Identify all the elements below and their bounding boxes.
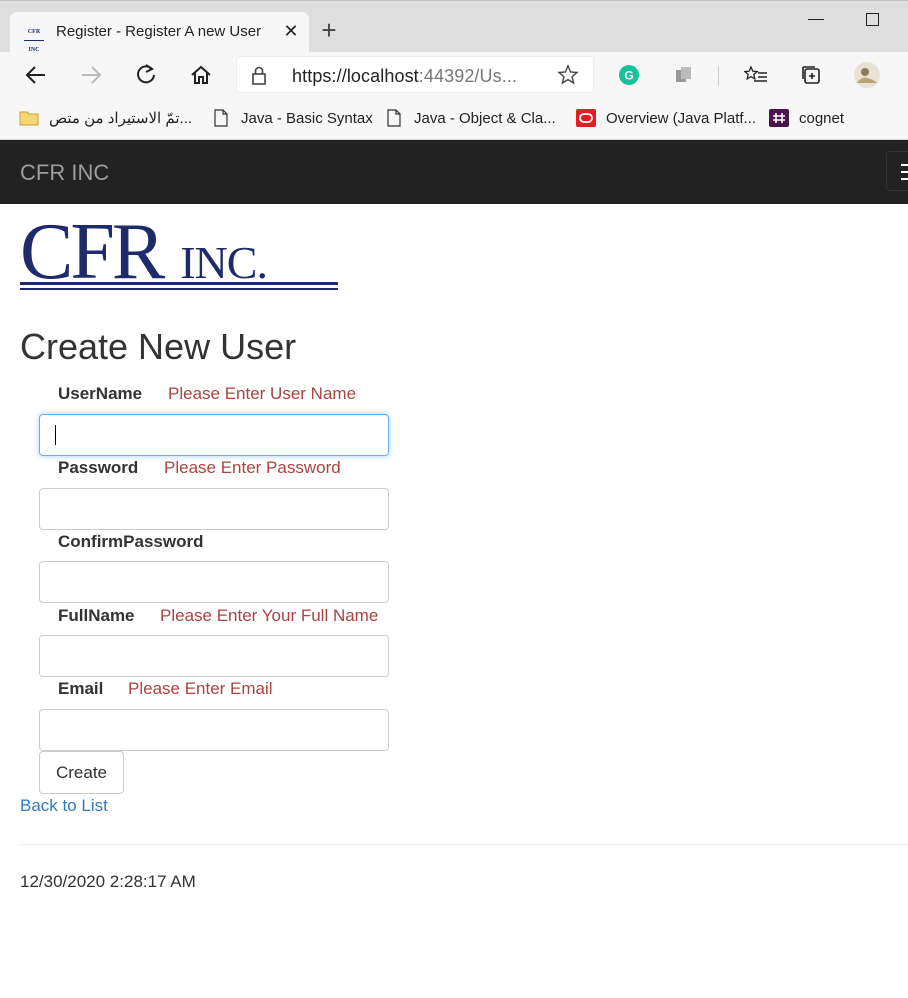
footer-timestamp: 12/30/2020 2:28:17 AM xyxy=(20,872,196,891)
username-error: Please Enter User Name xyxy=(168,384,357,403)
home-icon[interactable] xyxy=(186,60,216,90)
bookmark-label: Java - Object & Cla... xyxy=(414,109,556,127)
address-host: https://localhost xyxy=(292,66,419,86)
page-title: Create New User xyxy=(20,326,297,367)
bookmark-imported-folder[interactable]: تمّ الاستيراد من متص... xyxy=(19,108,192,128)
extension-icon[interactable] xyxy=(669,60,699,90)
email-label: Email xyxy=(58,679,104,698)
favorites-list-icon[interactable] xyxy=(741,60,771,90)
logo-underline xyxy=(20,288,338,290)
browser-toolbar: https://localhost:44392/Us... G xyxy=(0,52,908,98)
address-bar[interactable]: https://localhost:44392/Us... xyxy=(236,56,594,93)
slack-icon xyxy=(769,109,789,127)
oracle-icon xyxy=(576,109,596,127)
hamburger-menu-icon[interactable] xyxy=(886,151,908,191)
logo-secondary-text: INC. xyxy=(180,237,268,288)
confirm-password-input[interactable] xyxy=(39,561,389,603)
forward-arrow-icon[interactable] xyxy=(76,60,106,90)
bookmark-java-basic-syntax[interactable]: Java - Basic Syntax xyxy=(211,108,373,128)
full-name-label: FullName xyxy=(58,606,135,625)
browser-tab[interactable]: CFR INC Register - Register A new User ✕ xyxy=(10,12,309,53)
confirm-password-label: ConfirmPassword xyxy=(58,532,204,551)
collections-icon[interactable] xyxy=(796,60,826,90)
site-navbar: CFR INC xyxy=(0,140,908,204)
username-input[interactable] xyxy=(39,414,389,456)
page-icon xyxy=(214,109,228,127)
bookmark-label: Overview (Java Platf... xyxy=(606,109,757,127)
close-tab-icon[interactable]: ✕ xyxy=(282,22,300,40)
favorite-star-icon[interactable] xyxy=(557,64,579,91)
svg-text:G: G xyxy=(624,69,633,83)
username-label: UserName xyxy=(58,384,143,403)
address-url[interactable]: https://localhost:44392/Us... xyxy=(292,66,517,87)
email-error: Please Enter Email xyxy=(128,679,273,698)
back-to-list-link[interactable]: Back to List xyxy=(20,796,108,816)
back-arrow-icon[interactable] xyxy=(21,60,51,90)
bookmark-java-object-class[interactable]: Java - Object & Cla... xyxy=(384,108,556,128)
bookmark-label: تمّ الاستيراد من متص... xyxy=(49,110,193,127)
create-button[interactable]: Create xyxy=(39,751,124,794)
folder-icon xyxy=(19,111,39,126)
bookmark-java-overview[interactable]: Overview (Java Platf... xyxy=(576,108,756,128)
grammarly-icon[interactable]: G xyxy=(614,60,644,90)
page-icon xyxy=(387,109,401,127)
bookmark-label: cognet xyxy=(799,109,845,127)
email-input[interactable] xyxy=(39,709,389,751)
tab-title: Register - Register A new User xyxy=(56,23,262,40)
bookmark-cognet[interactable]: cognet xyxy=(769,108,844,128)
password-label: Password xyxy=(58,458,139,477)
lock-icon[interactable] xyxy=(251,65,267,90)
maximize-window-icon[interactable] xyxy=(866,13,879,26)
full-name-error: Please Enter Your Full Name xyxy=(160,606,379,625)
toolbar-separator xyxy=(718,66,719,86)
text-caret xyxy=(55,425,56,445)
password-error: Please Enter Password xyxy=(164,458,341,477)
browser-titlebar: CFR INC Register - Register A new User ✕… xyxy=(0,0,908,53)
navbar-brand[interactable]: CFR INC xyxy=(20,160,109,186)
full-name-input[interactable] xyxy=(39,635,389,677)
new-tab-icon[interactable]: + xyxy=(316,17,342,44)
bookmarks-bar: تمّ الاستيراد من متص... Java - Basic Syn… xyxy=(0,98,908,140)
minimize-window-icon[interactable] xyxy=(808,19,824,20)
logo-underline xyxy=(20,282,338,285)
reload-icon[interactable] xyxy=(131,60,161,90)
bookmark-label: Java - Basic Syntax xyxy=(241,109,373,127)
address-path: :44392/Us... xyxy=(418,66,518,86)
site-favicon-icon: CFR INC xyxy=(24,23,44,53)
password-input[interactable] xyxy=(39,488,389,530)
profile-avatar-icon[interactable] xyxy=(852,60,882,90)
company-logo: CFR INC. xyxy=(20,212,340,294)
footer-divider xyxy=(20,844,908,845)
